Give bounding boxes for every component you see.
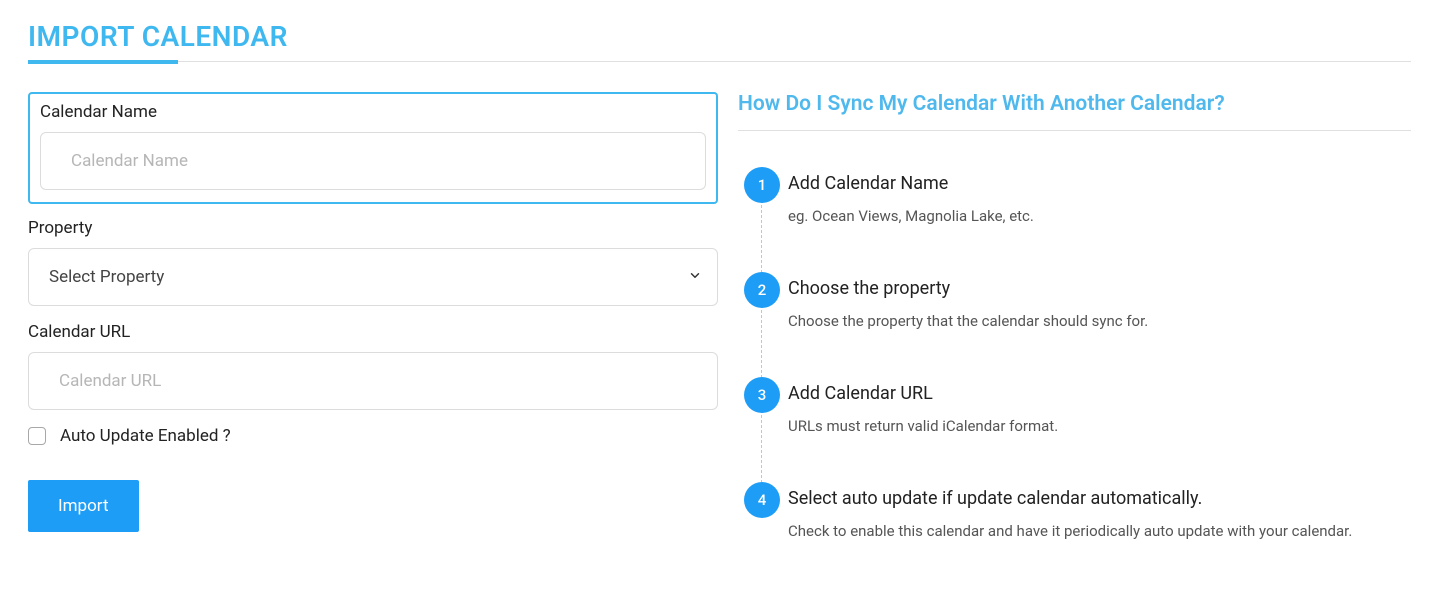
step-desc: eg. Ocean Views, Magnolia Lake, etc. xyxy=(788,204,1411,228)
calendar-url-label: Calendar URL xyxy=(28,322,718,342)
calendar-name-label: Calendar Name xyxy=(40,102,706,122)
step-title: Add Calendar URL xyxy=(788,377,1411,404)
step-list: 1 Add Calendar Name eg. Ocean Views, Mag… xyxy=(738,167,1411,543)
help-title: How Do I Sync My Calendar With Another C… xyxy=(738,92,1411,131)
property-select[interactable]: Select Property xyxy=(28,248,718,306)
auto-update-checkbox[interactable] xyxy=(28,427,46,445)
step-title: Select auto update if update calendar au… xyxy=(788,482,1411,509)
step-badge: 1 xyxy=(744,167,780,203)
step-desc: URLs must return valid iCalendar format. xyxy=(788,414,1411,438)
property-group: Property Select Property xyxy=(28,218,718,306)
title-underline xyxy=(28,61,1411,62)
step-badge: 2 xyxy=(744,272,780,308)
property-label: Property xyxy=(28,218,718,238)
step-title: Choose the property xyxy=(788,272,1411,299)
calendar-name-highlight: Calendar Name xyxy=(28,92,718,204)
step-badge: 3 xyxy=(744,377,780,413)
step-badge: 4 xyxy=(744,482,780,518)
calendar-name-input[interactable] xyxy=(40,132,706,190)
step-item: 3 Add Calendar URL URLs must return vali… xyxy=(788,377,1411,438)
auto-update-label: Auto Update Enabled ? xyxy=(60,426,231,446)
page-title: IMPORT CALENDAR xyxy=(28,20,1411,53)
step-item: 2 Choose the property Choose the propert… xyxy=(788,272,1411,333)
step-desc: Check to enable this calendar and have i… xyxy=(788,519,1411,543)
step-desc: Choose the property that the calendar sh… xyxy=(788,309,1411,333)
form-column: Calendar Name Property Select Property C… xyxy=(28,92,718,587)
step-item: 1 Add Calendar Name eg. Ocean Views, Mag… xyxy=(788,167,1411,228)
auto-update-row: Auto Update Enabled ? xyxy=(28,426,718,446)
calendar-url-group: Calendar URL xyxy=(28,322,718,410)
help-column: How Do I Sync My Calendar With Another C… xyxy=(738,92,1411,587)
import-button[interactable]: Import xyxy=(28,480,139,532)
calendar-url-input[interactable] xyxy=(28,352,718,410)
step-item: 4 Select auto update if update calendar … xyxy=(788,482,1411,543)
step-title: Add Calendar Name xyxy=(788,167,1411,194)
